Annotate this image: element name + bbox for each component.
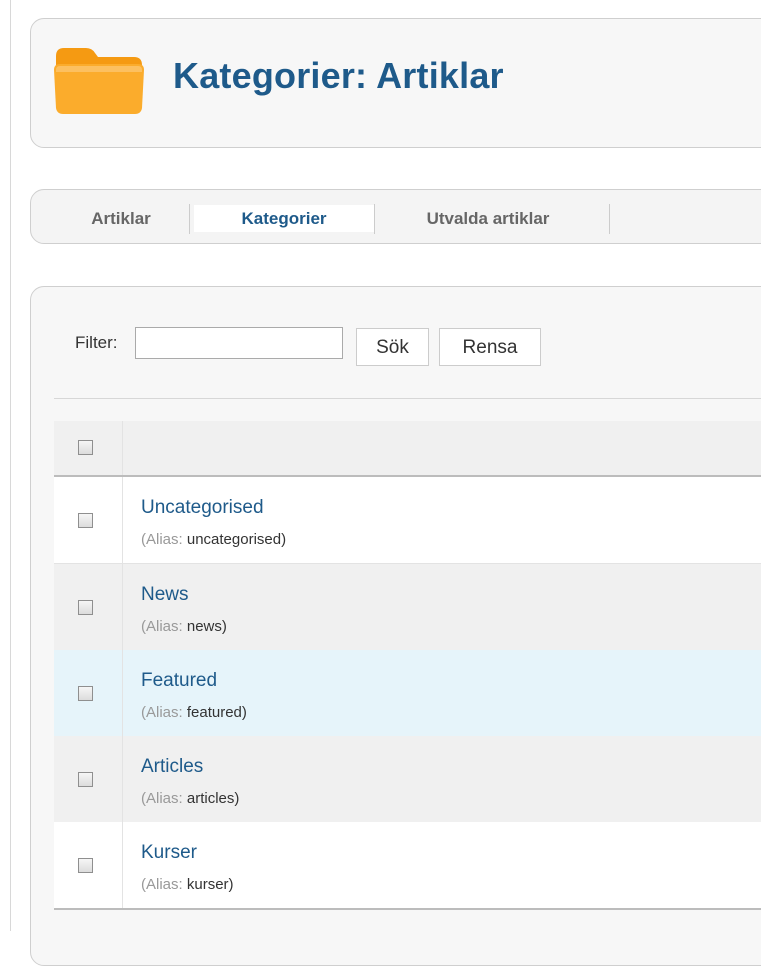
alias-label: (Alias: <box>141 876 183 893</box>
category-alias: (Alias: kurser) <box>141 876 234 893</box>
filter-label: Filter: <box>75 333 118 352</box>
category-title-link[interactable]: Articles <box>141 756 203 778</box>
page-title: Kategorier: Artiklar <box>173 55 504 96</box>
alias-value: uncategorised) <box>186 531 287 548</box>
filter-divider <box>54 398 761 399</box>
table-row: Articles (Alias: articles) <box>54 736 761 823</box>
table-bottom-border <box>54 908 761 910</box>
category-alias: (Alias: articles) <box>141 790 239 807</box>
table-row: News (Alias: news) <box>54 564 761 651</box>
checkbox-cell <box>54 650 123 736</box>
left-border <box>10 0 11 931</box>
select-all-checkbox[interactable] <box>78 440 93 455</box>
alias-value: featured) <box>186 704 247 721</box>
tab-artiklar[interactable]: Artiklar <box>77 205 165 232</box>
category-alias: (Alias: featured) <box>141 704 247 721</box>
alias-value: news) <box>186 618 227 635</box>
row-checkbox[interactable] <box>78 513 93 528</box>
tab-separator <box>189 204 190 234</box>
category-title-link[interactable]: Featured <box>141 670 217 692</box>
alias-label: (Alias: <box>141 531 183 548</box>
table-header-row <box>54 421 761 477</box>
alias-label: (Alias: <box>141 704 183 721</box>
tab-utvalda-artiklar[interactable]: Utvalda artiklar <box>393 205 583 232</box>
alias-label: (Alias: <box>141 618 183 635</box>
category-title-link[interactable]: News <box>141 584 189 606</box>
header-checkbox-cell <box>54 421 123 475</box>
row-checkbox[interactable] <box>78 858 93 873</box>
table-row: Uncategorised (Alias: uncategorised) <box>54 477 761 564</box>
table-row: Featured (Alias: featured) <box>54 650 761 737</box>
row-checkbox[interactable] <box>78 686 93 701</box>
category-alias: (Alias: news) <box>141 618 227 635</box>
alias-label: (Alias: <box>141 790 183 807</box>
submenu-tabs: Artiklar Kategorier Utvalda artiklar <box>30 189 761 244</box>
alias-value: articles) <box>186 790 240 807</box>
folder-icon <box>54 48 144 114</box>
filter-input[interactable] <box>135 327 343 359</box>
tab-separator <box>374 204 375 234</box>
checkbox-cell <box>54 477 123 563</box>
checkbox-cell <box>54 736 123 822</box>
row-checkbox[interactable] <box>78 600 93 615</box>
table-row: Kurser (Alias: kurser) <box>54 822 761 908</box>
search-button[interactable]: Sök <box>356 328 429 366</box>
tab-kategorier[interactable]: Kategorier <box>194 205 374 232</box>
alias-value: kurser) <box>186 876 234 893</box>
category-alias: (Alias: uncategorised) <box>141 531 286 548</box>
checkbox-cell <box>54 822 123 908</box>
category-title-link[interactable]: Kurser <box>141 842 197 864</box>
checkbox-cell <box>54 564 123 650</box>
clear-button[interactable]: Rensa <box>439 328 541 366</box>
tab-separator <box>609 204 610 234</box>
category-title-link[interactable]: Uncategorised <box>141 497 264 519</box>
row-checkbox[interactable] <box>78 772 93 787</box>
